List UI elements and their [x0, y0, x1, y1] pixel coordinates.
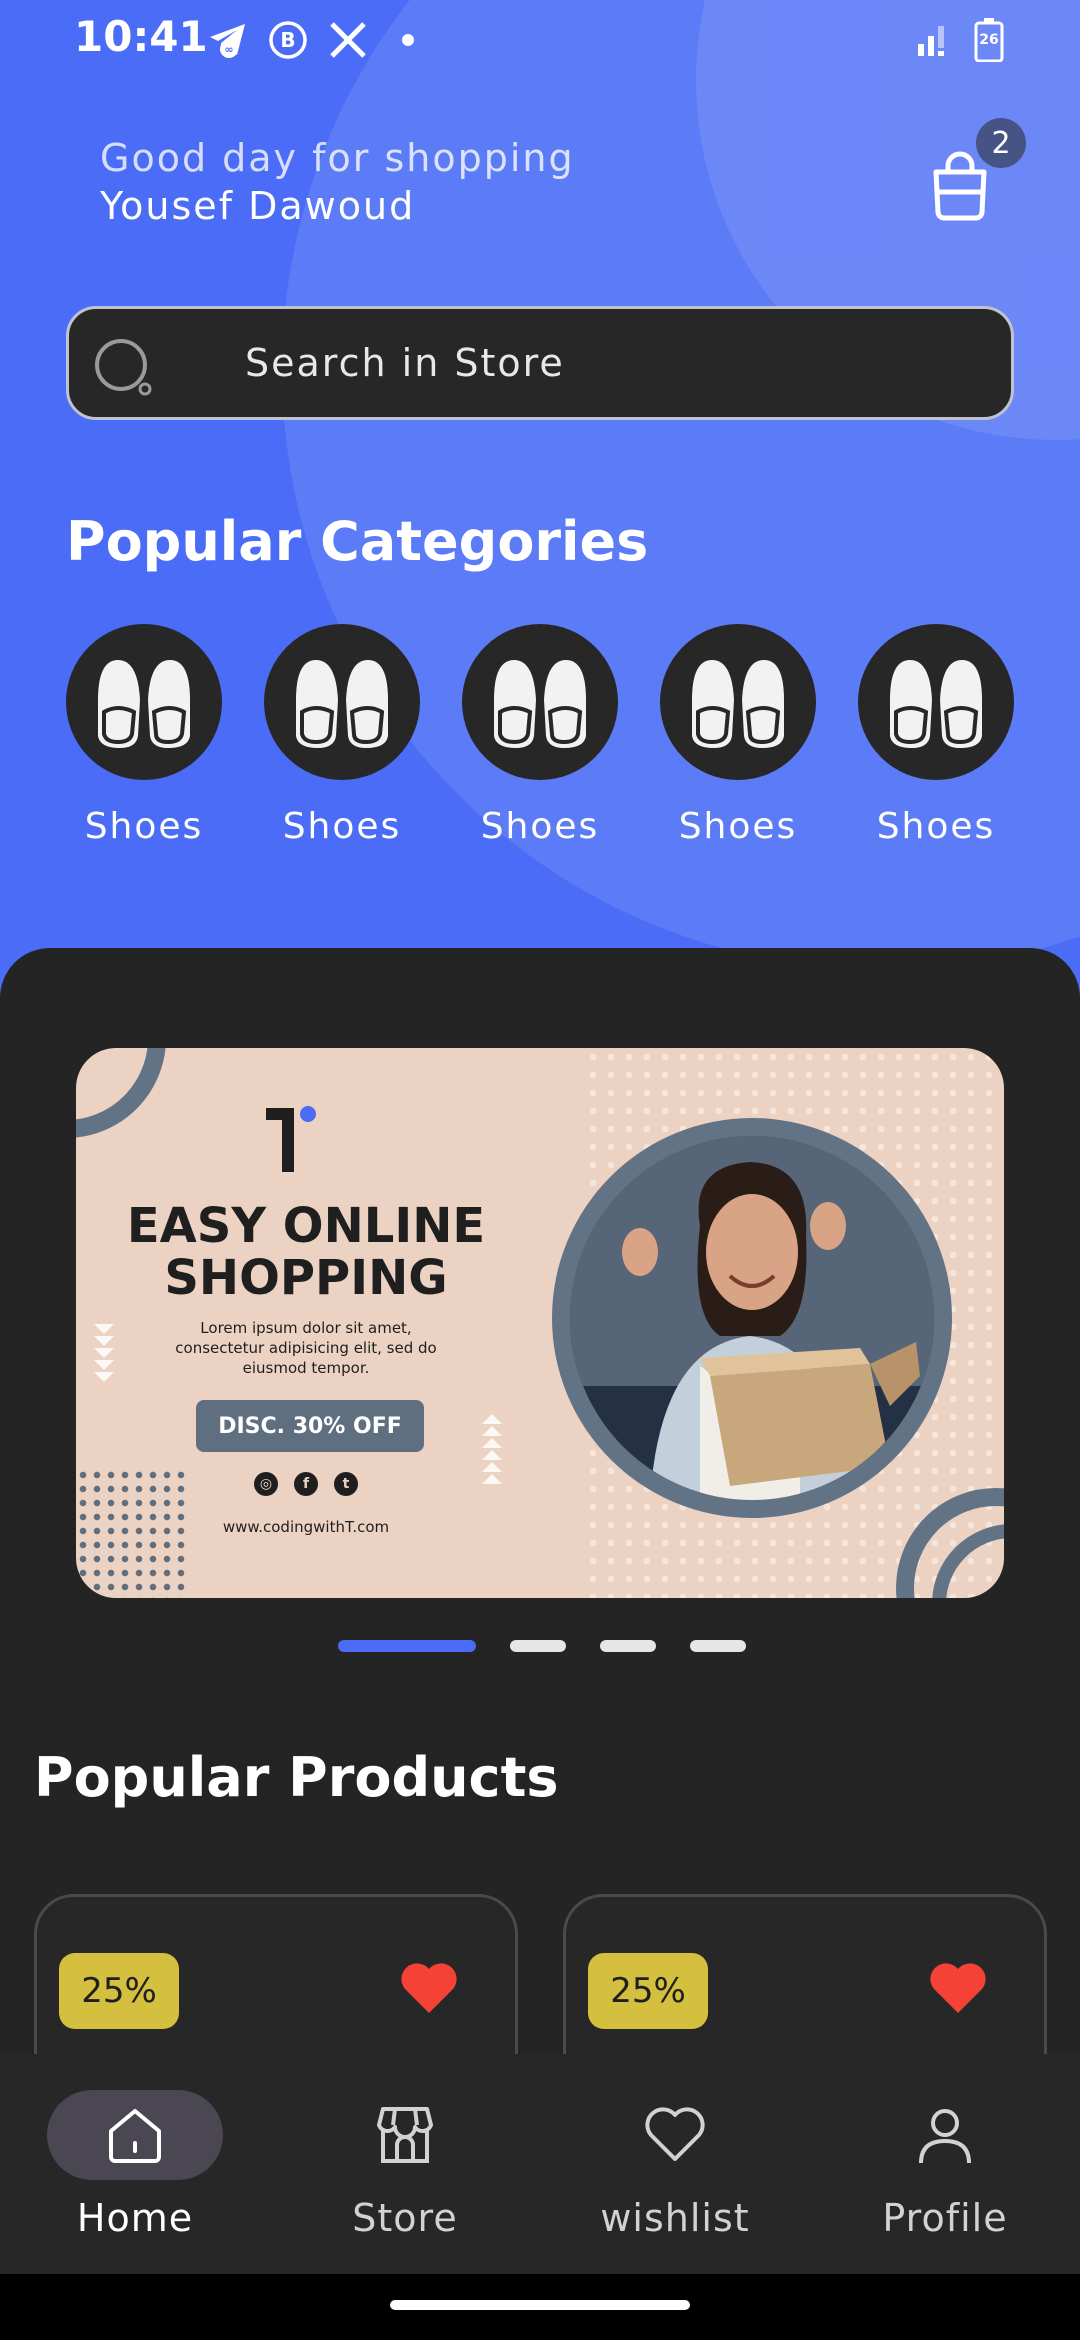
- banner-photo: [570, 1136, 934, 1500]
- category-item[interactable]: Shoes: [66, 624, 222, 847]
- cart-button[interactable]: [928, 150, 992, 222]
- categories-list: Shoes Shoes Shoes Shoes Shoes: [66, 624, 1014, 847]
- home-icon: [109, 2109, 161, 2163]
- twitter-icon: t: [334, 1472, 358, 1496]
- signal-icon: [916, 18, 956, 62]
- nav-pill: [857, 2090, 1033, 2180]
- cart-count-badge: 2: [976, 118, 1026, 168]
- nav-pill: [317, 2090, 493, 2180]
- nav-label: Home: [76, 2196, 194, 2240]
- search-input[interactable]: Search in Store: [66, 306, 1014, 420]
- greeting: Good day for shopping Yousef Dawoud: [100, 136, 575, 228]
- battery-icon: 26: [974, 18, 1004, 63]
- store-icon: [377, 2107, 433, 2163]
- decor-arrows-down: [94, 1324, 114, 1382]
- category-label: Shoes: [876, 806, 996, 847]
- heart-icon[interactable]: [928, 1961, 988, 2015]
- search-icon: [95, 339, 152, 396]
- category-item[interactable]: Shoes: [264, 624, 420, 847]
- nav-pill: [47, 2090, 223, 2180]
- carousel-dot[interactable]: [510, 1640, 566, 1652]
- banner-social-links: ◎ f t: [254, 1472, 358, 1496]
- brand-logo-icon: [266, 1106, 316, 1172]
- banner-decor-ring: [76, 1048, 166, 1138]
- home-gesture-bar[interactable]: [390, 2300, 690, 2310]
- categories-title: Popular Categories: [66, 510, 649, 573]
- banner-body: Lorem ipsum dolor sit amet, consectetur …: [175, 1319, 437, 1377]
- shoes-icon: [98, 660, 190, 748]
- instagram-icon: ◎: [254, 1472, 278, 1496]
- nav-item-wishlist[interactable]: wishlist: [540, 2054, 810, 2274]
- banner-url: www.codingwithT.com: [222, 1518, 390, 1536]
- dot-icon: [386, 18, 430, 62]
- telegram-icon: ∞: [206, 18, 250, 62]
- nav-label: Profile: [882, 2196, 1008, 2240]
- banner-title-line2: SHOPPING: [164, 1250, 448, 1306]
- category-circle: [66, 624, 222, 780]
- shoes-icon: [692, 660, 784, 748]
- profile-icon: [919, 2109, 971, 2164]
- svg-text:∞: ∞: [224, 43, 233, 56]
- category-item[interactable]: Shoes: [462, 624, 618, 847]
- nav-item-home[interactable]: Home: [0, 2054, 270, 2274]
- shoes-icon: [494, 660, 586, 748]
- discount-badge: 25%: [588, 1953, 708, 2029]
- shoes-icon: [890, 660, 982, 748]
- carousel-dot[interactable]: [600, 1640, 656, 1652]
- carousel-dot[interactable]: [690, 1640, 746, 1652]
- products-title: Popular Products: [34, 1746, 559, 1809]
- notification-icons: ∞ B: [206, 18, 430, 62]
- search-placeholder: Search in Store: [245, 341, 565, 385]
- category-label: Shoes: [282, 806, 402, 847]
- system-icons: 26: [916, 18, 1004, 63]
- shopping-bag-icon: [933, 151, 987, 221]
- category-circle: [858, 624, 1014, 780]
- category-circle: [462, 624, 618, 780]
- heart-icon: [645, 2107, 705, 2161]
- carousel-dot-active[interactable]: [338, 1640, 476, 1652]
- nav-item-profile[interactable]: Profile: [810, 2054, 1080, 2274]
- svg-text:B: B: [280, 28, 295, 52]
- status-time: 10:41: [74, 12, 208, 61]
- heart-icon[interactable]: [399, 1961, 459, 2015]
- bottom-navigation: Home Store wishlist Profile: [0, 2054, 1080, 2274]
- nav-pill: [587, 2090, 763, 2180]
- category-item[interactable]: Shoes: [660, 624, 816, 847]
- nav-item-store[interactable]: Store: [270, 2054, 540, 2274]
- decor-arrows-up: [482, 1414, 502, 1484]
- business-whatsapp-icon: B: [266, 18, 310, 62]
- x-icon: [326, 18, 370, 62]
- status-bar: 10:41 ∞ B 26: [0, 0, 1080, 80]
- category-circle: [264, 624, 420, 780]
- greeting-text: Good day for shopping: [100, 136, 575, 180]
- nav-label: Store: [352, 2196, 458, 2240]
- banner-discount-button[interactable]: DISC. 30% OFF: [196, 1400, 424, 1452]
- user-name: Yousef Dawoud: [100, 184, 416, 228]
- category-circle: [660, 624, 816, 780]
- banner-title-line1: EASY ONLINE: [126, 1198, 486, 1254]
- category-label: Shoes: [678, 806, 798, 847]
- category-item[interactable]: Shoes: [858, 624, 1014, 847]
- battery-level: 26: [979, 32, 999, 48]
- shoes-icon: [296, 660, 388, 748]
- facebook-icon: f: [294, 1472, 318, 1496]
- promo-banner[interactable]: EASY ONLINE SHOPPING Lorem ipsum dolor s…: [76, 1048, 1004, 1598]
- nav-label: wishlist: [600, 2196, 750, 2240]
- carousel-indicator: [338, 1640, 746, 1652]
- category-label: Shoes: [84, 806, 204, 847]
- category-label: Shoes: [480, 806, 600, 847]
- discount-badge: 25%: [59, 1953, 179, 2029]
